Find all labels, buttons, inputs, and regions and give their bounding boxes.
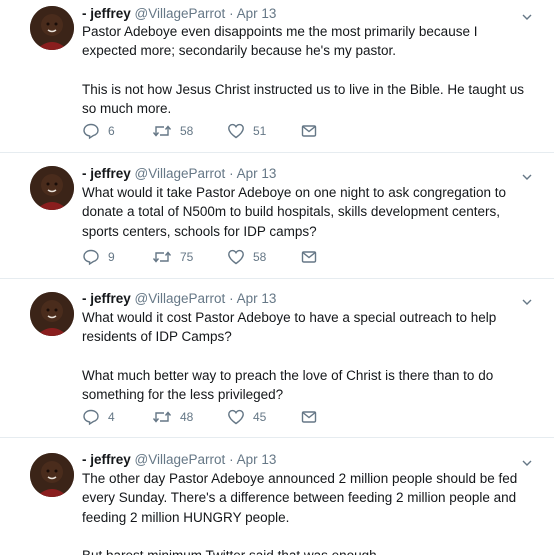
author-handle[interactable]: @VillageParrot — [135, 452, 226, 467]
tweet[interactable]: - jeffrey @VillageParrot · Apr 13 What w… — [0, 153, 554, 278]
tweet-paragraph: The other day Pastor Adeboye announced 2… — [82, 471, 518, 525]
chevron-down-icon[interactable] — [522, 169, 532, 180]
tweet-text: What would it cost Pastor Adeboye to hav… — [82, 308, 532, 404]
tweet-paragraph: This is not how Jesus Christ instructed … — [82, 81, 524, 117]
reply-icon — [82, 248, 100, 266]
tweet-actions: 6 58 51 — [82, 121, 342, 141]
dm-button[interactable] — [300, 247, 318, 267]
retweet-button[interactable]: 58 — [152, 121, 193, 141]
tweet-date[interactable]: Apr 13 — [237, 166, 277, 181]
dm-button[interactable] — [300, 121, 318, 141]
separator: · — [229, 6, 234, 21]
like-icon — [227, 408, 245, 426]
separator: · — [229, 452, 234, 467]
tweet[interactable]: - jeffrey @VillageParrot · Apr 13 The ot… — [0, 438, 554, 555]
chevron-down-icon[interactable] — [522, 9, 532, 20]
avatar[interactable] — [30, 292, 74, 336]
like-button[interactable]: 45 — [227, 407, 266, 427]
chevron-down-icon[interactable] — [522, 294, 532, 305]
separator: · — [229, 291, 234, 306]
reply-icon — [82, 408, 100, 426]
author-handle[interactable]: @VillageParrot — [135, 166, 226, 181]
tweet-actions: 9 75 58 — [82, 247, 342, 267]
tweet-paragraph: What much better way to preach the love … — [82, 367, 494, 403]
tweet-date[interactable]: Apr 13 — [237, 291, 277, 306]
author-name[interactable]: - jeffrey — [82, 291, 131, 306]
avatar[interactable] — [30, 166, 74, 210]
tweet-header: - jeffrey @VillageParrot · Apr 13 — [82, 290, 276, 308]
avatar[interactable] — [30, 453, 74, 497]
like-count: 58 — [253, 250, 267, 264]
author-handle[interactable]: @VillageParrot — [135, 291, 226, 306]
reply-count: 4 — [108, 410, 115, 424]
tweet-paragraph: But barest minimum Twitter said that was… — [82, 546, 532, 555]
tweet-paragraph: Pastor Adeboye even disappoints me the m… — [82, 24, 478, 59]
like-count: 45 — [253, 410, 267, 424]
tweet-paragraph: What would it take Pastor Adeboye on one… — [82, 185, 507, 239]
tweet-header: - jeffrey @VillageParrot · Apr 13 — [82, 5, 276, 23]
like-button[interactable]: 58 — [227, 247, 266, 267]
tweet-paragraph: What would it cost Pastor Adeboye to hav… — [82, 310, 497, 345]
reply-button[interactable]: 4 — [82, 407, 115, 427]
reply-count: 9 — [108, 250, 115, 264]
retweet-count: 75 — [180, 250, 194, 264]
retweet-icon — [152, 408, 172, 426]
tweet-text: The other day Pastor Adeboye announced 2… — [82, 469, 532, 555]
retweet-count: 48 — [180, 410, 194, 424]
retweet-button[interactable]: 48 — [152, 407, 193, 427]
retweet-icon — [152, 122, 172, 140]
like-icon — [227, 248, 245, 266]
retweet-count: 58 — [180, 124, 194, 138]
tweet-header: - jeffrey @VillageParrot · Apr 13 — [82, 451, 276, 469]
tweet[interactable]: - jeffrey @VillageParrot · Apr 13 Pastor… — [0, 0, 554, 152]
reply-count: 6 — [108, 124, 115, 138]
chevron-down-icon[interactable] — [522, 455, 532, 466]
retweet-icon — [152, 248, 172, 266]
author-name[interactable]: - jeffrey — [82, 452, 131, 467]
like-icon — [227, 122, 245, 140]
dm-icon — [300, 408, 318, 426]
reply-button[interactable]: 6 — [82, 121, 115, 141]
avatar[interactable] — [30, 6, 74, 50]
author-name[interactable]: - jeffrey — [82, 6, 131, 21]
like-button[interactable]: 51 — [227, 121, 266, 141]
tweet-actions: 4 48 45 — [82, 407, 342, 427]
dm-icon — [300, 248, 318, 266]
dm-icon — [300, 122, 318, 140]
reply-button[interactable]: 9 — [82, 247, 115, 267]
tweet-date[interactable]: Apr 13 — [237, 6, 277, 21]
separator: · — [229, 166, 234, 181]
tweet-header: - jeffrey @VillageParrot · Apr 13 — [82, 165, 276, 183]
tweet-date[interactable]: Apr 13 — [237, 452, 277, 467]
dm-button[interactable] — [300, 407, 318, 427]
tweet[interactable]: - jeffrey @VillageParrot · Apr 13 What w… — [0, 279, 554, 437]
like-count: 51 — [253, 124, 267, 138]
tweet-text: Pastor Adeboye even disappoints me the m… — [82, 22, 532, 118]
author-handle[interactable]: @VillageParrot — [135, 6, 226, 21]
retweet-button[interactable]: 75 — [152, 247, 193, 267]
tweet-text: What would it take Pastor Adeboye on one… — [82, 183, 532, 241]
reply-icon — [82, 122, 100, 140]
author-name[interactable]: - jeffrey — [82, 166, 131, 181]
